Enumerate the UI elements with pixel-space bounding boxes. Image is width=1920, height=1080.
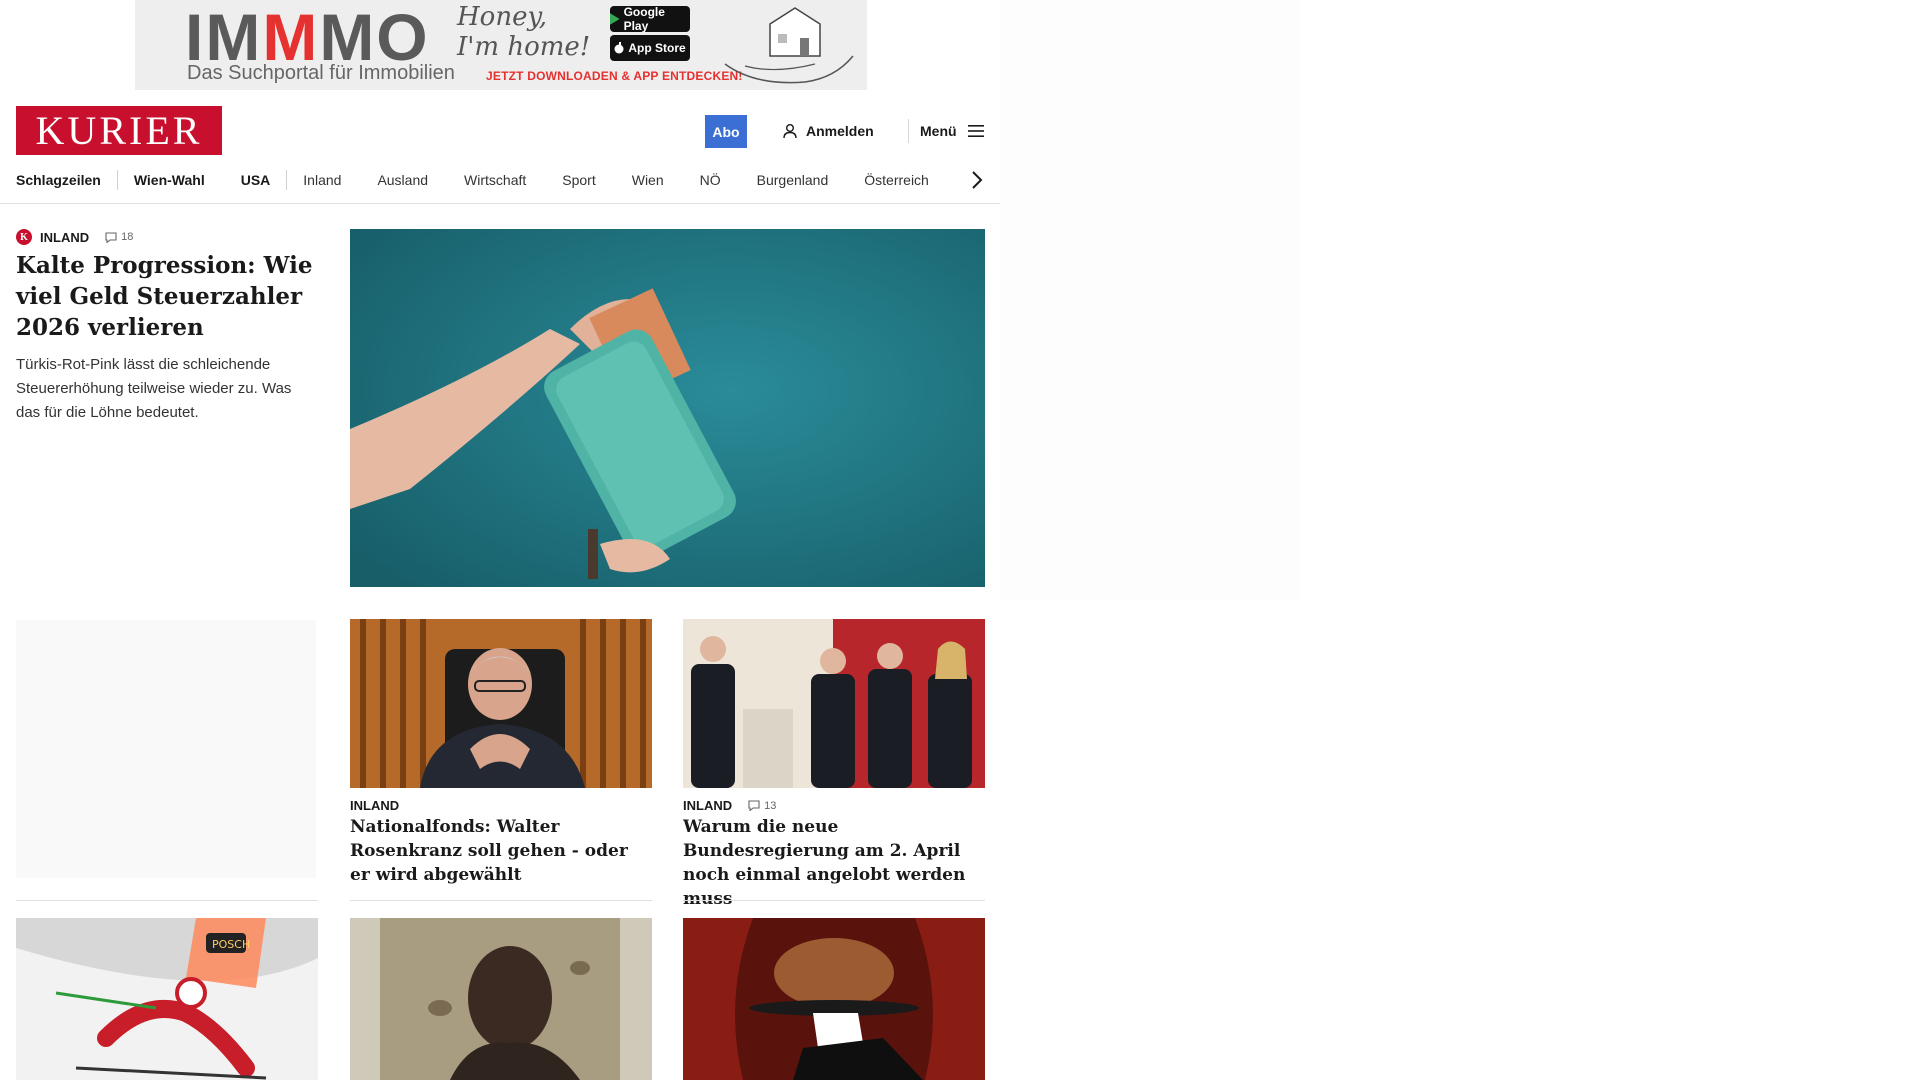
comment-icon	[105, 231, 117, 243]
card-divider	[683, 900, 985, 901]
house-hand-icon	[724, 7, 854, 84]
lead-image[interactable]: 50	[350, 229, 985, 587]
ad-script-text: Honey, I'm home!	[457, 2, 591, 62]
nav-item-inland[interactable]: Inland	[303, 172, 341, 188]
nav-divider	[116, 170, 118, 190]
ad-subtitle: Das Suchportal für Immobilien	[187, 62, 455, 84]
google-play-badge[interactable]: Google Play	[610, 5, 690, 33]
card-title[interactable]: Nationalfonds: Walter Rosenkranz soll ge…	[350, 815, 652, 887]
menu-button[interactable]: Menü	[920, 119, 985, 143]
lead-comment-count: 18	[121, 231, 134, 243]
header-divider	[908, 119, 909, 143]
card-image-rosenkranz[interactable]	[350, 619, 652, 788]
card-category[interactable]: INLAND	[683, 798, 732, 813]
card-meta: INLAND	[350, 798, 399, 813]
card-comments[interactable]: 13	[748, 800, 776, 812]
app-store-badge[interactable]: App Store	[610, 35, 690, 61]
card-image-waiter[interactable]	[683, 918, 985, 1080]
lead-title[interactable]: Kalte Progression: Wie viel Geld Steuerz…	[16, 250, 316, 343]
card-image-angelobung[interactable]	[683, 619, 985, 788]
ad-placeholder	[16, 620, 316, 878]
abo-button[interactable]: Abo	[705, 115, 747, 148]
user-icon	[783, 124, 797, 139]
lead-teaser[interactable]: Türkis-Rot-Pink lässt die schleichende S…	[16, 353, 316, 425]
comment-icon	[748, 800, 760, 811]
card-image-ski[interactable]: POSCH	[16, 918, 318, 1080]
login-label: Anmelden	[806, 123, 874, 139]
ad-cta[interactable]: JETZT DOWNLOADEN & APP ENTDECKEN!	[486, 69, 743, 83]
login-button[interactable]: Anmelden	[782, 119, 874, 143]
card-image-painting[interactable]	[350, 918, 652, 1080]
nav-bottom-divider	[0, 203, 1002, 204]
kurier-k-icon: K	[16, 229, 32, 245]
nav-item-oesterreich[interactable]: Österreich	[864, 172, 929, 188]
nav-item-usa[interactable]: USA	[241, 172, 271, 188]
hamburger-icon	[967, 125, 984, 137]
nav-item-burgenland[interactable]: Burgenland	[757, 172, 829, 188]
google-play-label: Google Play	[623, 5, 665, 33]
right-ad-slot	[1000, 0, 1300, 600]
kurier-logo[interactable]: KURIER	[16, 106, 222, 155]
nav-item-schlagzeilen[interactable]: Schlagzeilen	[16, 172, 101, 188]
ad-logo: IMMMO	[185, 0, 430, 74]
nav-item-wien[interactable]: Wien	[632, 172, 664, 188]
nav-item-ausland[interactable]: Ausland	[377, 172, 428, 188]
chevron-right-icon[interactable]	[970, 168, 984, 192]
lead-comments[interactable]: 18	[105, 231, 133, 243]
card-divider	[350, 900, 652, 901]
lead-category[interactable]: INLAND	[40, 230, 89, 245]
nav-divider	[286, 170, 288, 190]
nav-item-sport[interactable]: Sport	[562, 172, 595, 188]
card-category[interactable]: INLAND	[350, 798, 399, 813]
main-nav: Schlagzeilen Wien-Wahl USA Inland Auslan…	[16, 166, 1000, 194]
card-comment-count: 13	[764, 799, 777, 812]
card-meta: INLAND 13	[683, 798, 776, 813]
app-store-label: App Store	[628, 41, 686, 55]
nav-item-wirtschaft[interactable]: Wirtschaft	[464, 172, 526, 188]
apple-icon	[614, 42, 624, 54]
menu-label: Menü	[920, 123, 957, 139]
card-title[interactable]: Warum die neue Bundesregierung am 2. Apr…	[683, 815, 985, 911]
play-icon	[610, 13, 620, 25]
nav-item-wien-wahl[interactable]: Wien-Wahl	[134, 172, 205, 188]
card-divider	[16, 900, 318, 901]
lead-meta: K INLAND 18	[16, 229, 133, 245]
nav-item-noe[interactable]: NÖ	[700, 172, 721, 188]
svg-text:POSCH: POSCH	[212, 938, 250, 951]
ad-banner[interactable]: IMMMO Das Suchportal für Immobilien Hone…	[135, 0, 867, 90]
